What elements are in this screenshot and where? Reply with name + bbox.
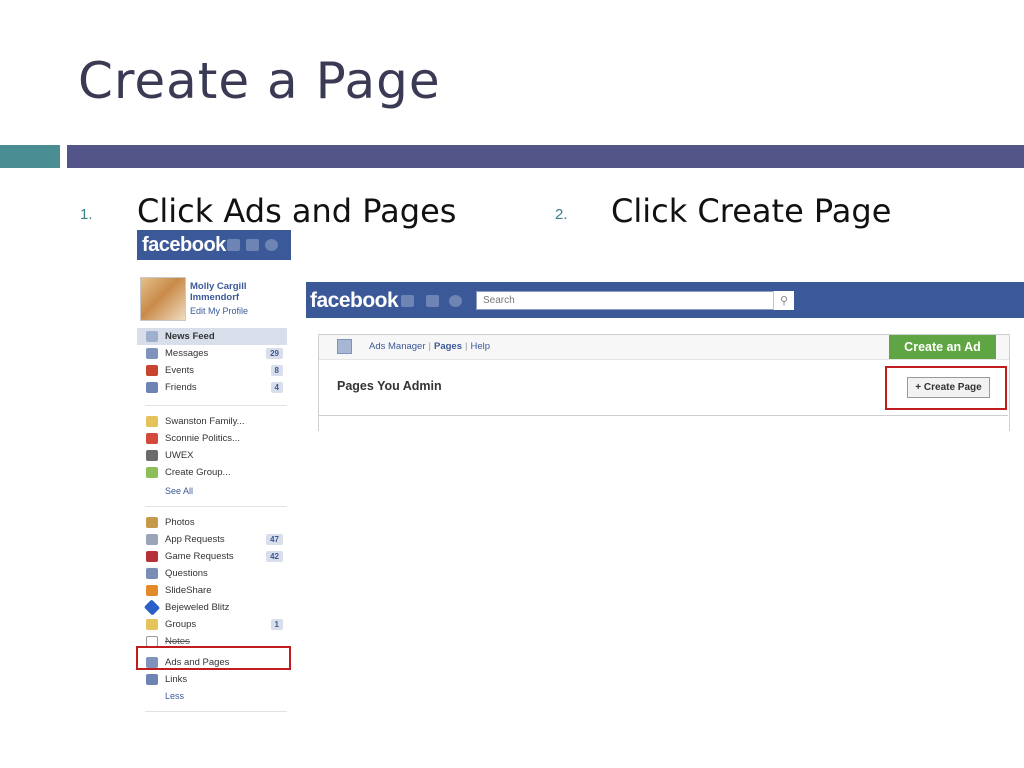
groups-icon	[146, 619, 158, 630]
sidebar-item-photos[interactable]: Photos	[137, 514, 287, 531]
count-badge: 8	[270, 365, 283, 376]
help-link[interactable]: Help	[470, 341, 490, 352]
edit-profile-link[interactable]: Edit My Profile	[190, 306, 248, 316]
sidebar-item-slideshare[interactable]: SlideShare	[137, 582, 287, 599]
slideshare-icon	[146, 585, 158, 596]
count-badge: 4	[270, 382, 283, 393]
sidebar-divider	[145, 506, 287, 507]
separator: |	[464, 341, 468, 352]
sidebar-divider	[145, 405, 287, 406]
ads-and-pages-highlight	[136, 646, 291, 670]
friend-requests-icon[interactable]	[227, 239, 240, 251]
gem-icon	[143, 599, 161, 616]
panel-divider	[318, 415, 1008, 416]
pages-link[interactable]: Pages	[434, 341, 462, 352]
sidebar-item-uwex[interactable]: UWEX	[137, 447, 287, 464]
messages-icon[interactable]	[426, 295, 439, 307]
step-1-text: Click Ads and Pages	[137, 192, 457, 230]
facebook-logo[interactable]: facebook	[142, 234, 226, 257]
app-requests-icon	[146, 534, 158, 545]
toolbar-links: Ads Manager | Pages | Help	[369, 341, 490, 352]
sidebar-item-sconnie-politics[interactable]: Sconnie Politics...	[137, 430, 287, 447]
calendar-icon	[146, 365, 158, 376]
sidebar-item-label: Events	[165, 365, 195, 376]
sidebar-item-label: Friends	[165, 382, 197, 393]
messages-icon[interactable]	[246, 239, 259, 251]
create-group-icon	[146, 467, 158, 478]
sidebar-item-label: SlideShare	[165, 585, 212, 596]
count-badge: 42	[266, 551, 283, 562]
sidebar-divider	[145, 711, 287, 712]
messages-icon	[146, 348, 158, 359]
sidebar-item-swanston-family[interactable]: Swanston Family...	[137, 413, 287, 430]
step-1-number: 1.	[80, 206, 93, 223]
sidebar-item-create-group[interactable]: Create Group...	[137, 464, 287, 481]
ads-manager-link[interactable]: Ads Manager	[369, 341, 426, 352]
sidebar-item-label: Questions	[165, 568, 208, 579]
title-accent-bar	[0, 145, 60, 168]
separator: |	[428, 341, 431, 352]
sidebar-item-label: App Requests	[165, 534, 225, 545]
sidebar-item-news-feed[interactable]: News Feed	[137, 328, 287, 345]
sidebar-item-questions[interactable]: Questions	[137, 565, 287, 582]
title-divider-bar	[67, 145, 1024, 168]
sidebar-item-label: Links	[165, 674, 188, 685]
sidebar-item-messages[interactable]: Messages 29	[137, 345, 287, 362]
notifications-globe-icon[interactable]	[265, 239, 278, 251]
pages-you-admin-heading: Pages You Admin	[337, 379, 442, 393]
sidebar-item-label: News Feed	[165, 331, 215, 342]
friend-requests-icon[interactable]	[401, 295, 414, 307]
count-badge: 29	[266, 348, 283, 359]
create-page-highlight	[885, 366, 1007, 410]
search-input[interactable]: Search	[476, 291, 794, 310]
facebook-logo[interactable]: facebook	[310, 289, 399, 313]
see-all-link[interactable]: See All	[165, 486, 193, 496]
count-badge: 1	[270, 619, 283, 630]
questions-icon	[146, 568, 158, 579]
left-facebook-header: facebook	[137, 230, 291, 260]
sidebar-item-friends[interactable]: Friends 4	[137, 379, 287, 396]
game-requests-icon	[146, 551, 158, 562]
sidebar-item-label: Bejeweled Blitz	[165, 602, 230, 613]
pages-icon	[337, 339, 352, 354]
friends-icon	[146, 382, 158, 393]
profile-avatar[interactable]	[140, 277, 186, 321]
sidebar-item-label: Game Requests	[165, 551, 234, 562]
sidebar-item-label: Sconnie Politics...	[165, 433, 240, 444]
sidebar-item-label: Messages	[165, 348, 209, 359]
notifications-globe-icon[interactable]	[449, 295, 462, 307]
sidebar-item-label: Swanston Family...	[165, 416, 245, 427]
profile-name[interactable]: Molly Cargill Immendorf	[190, 281, 275, 303]
sidebar-item-events[interactable]: Events 8	[137, 362, 287, 379]
sidebar-item-bejeweled-blitz[interactable]: Bejeweled Blitz	[137, 599, 287, 616]
sidebar-item-label: Create Group...	[165, 467, 231, 478]
sidebar-item-game-requests[interactable]: Game Requests 42	[137, 548, 287, 565]
sidebar-item-label: UWEX	[165, 450, 194, 461]
megaphone-icon	[146, 433, 158, 444]
sidebar-item-label: Photos	[165, 517, 195, 528]
search-icon[interactable]: ⚲	[773, 291, 794, 310]
group-icon	[146, 450, 158, 461]
count-badge: 47	[266, 534, 283, 545]
news-feed-icon	[146, 331, 158, 342]
step-2-text: Click Create Page	[611, 192, 892, 230]
group-icon	[146, 416, 158, 427]
sidebar-item-groups[interactable]: Groups 1	[137, 616, 287, 633]
links-icon	[146, 674, 158, 685]
create-ad-button[interactable]: Create an Ad	[889, 335, 996, 359]
slide-title: Create a Page	[78, 52, 441, 110]
step-2-number: 2.	[555, 206, 568, 223]
photos-icon	[146, 517, 158, 528]
sidebar-item-links[interactable]: Links	[137, 671, 287, 688]
less-link[interactable]: Less	[165, 691, 184, 701]
sidebar-item-label: Groups	[165, 619, 197, 630]
sidebar-item-app-requests[interactable]: App Requests 47	[137, 531, 287, 548]
